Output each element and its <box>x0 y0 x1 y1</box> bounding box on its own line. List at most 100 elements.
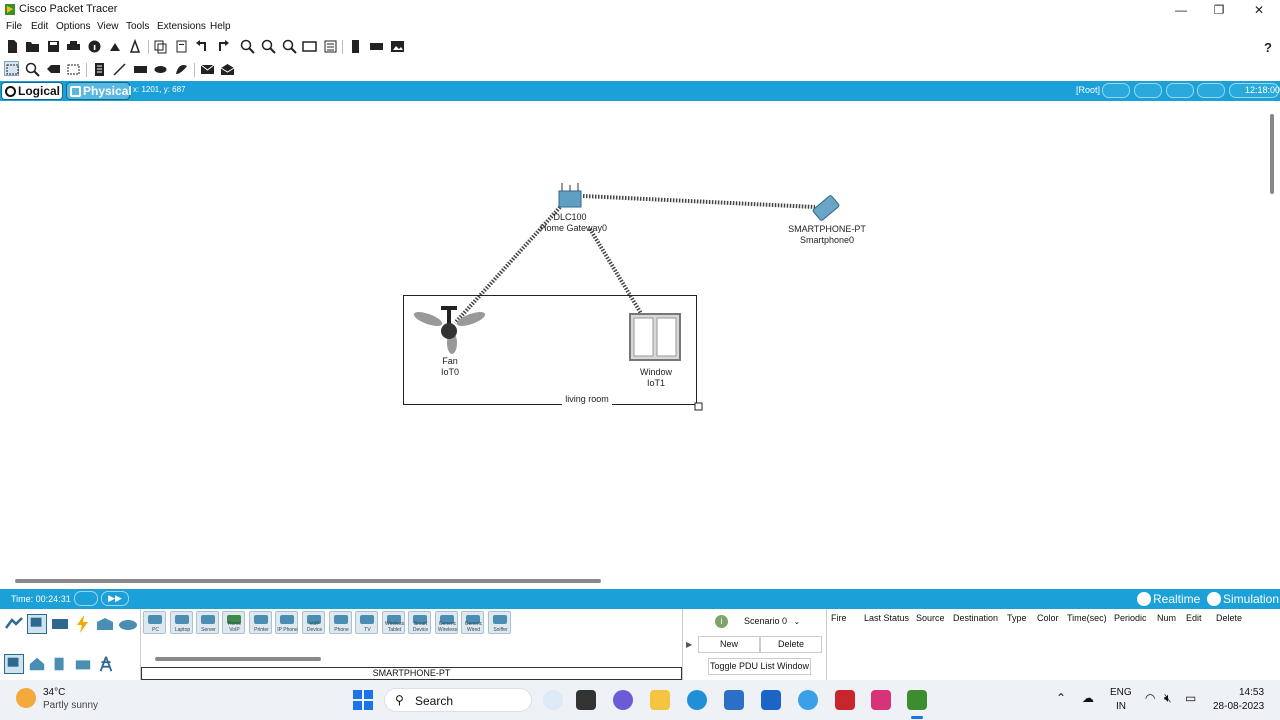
image-icon[interactable] <box>390 39 405 54</box>
logical-workspace-canvas[interactable]: DLC100 Home Gateway0 SMARTPHONE-PT Smart… <box>0 101 1280 589</box>
menu-options[interactable]: Options <box>56 21 90 32</box>
expand-arrow-icon[interactable]: ▶ <box>686 640 692 649</box>
scenario-select[interactable]: Scenario 0 ⌄ <box>744 614 806 631</box>
move-object-button[interactable] <box>1166 83 1194 98</box>
device-tile-printer[interactable]: Printer <box>249 611 272 634</box>
weather-sun-icon[interactable] <box>16 688 36 708</box>
battery-icon[interactable]: ▭ <box>1185 691 1196 705</box>
end-devices-subcategory-icon[interactable] <box>4 654 24 674</box>
simulation-mode-button[interactable]: Simulation <box>1205 590 1280 608</box>
delete-icon[interactable] <box>46 62 61 77</box>
custom-devices-dialog-icon[interactable] <box>323 39 338 54</box>
inspect-icon[interactable] <box>25 62 40 77</box>
freeform-icon[interactable] <box>174 62 189 77</box>
help-icon[interactable]: ? <box>1261 39 1276 55</box>
teams-chat-icon[interactable] <box>613 690 633 710</box>
info-icon[interactable] <box>87 39 102 54</box>
connections-category-icon[interactable] <box>72 614 92 634</box>
save-icon[interactable] <box>46 39 61 54</box>
weather-condition[interactable]: Partly sunny <box>43 700 98 711</box>
menu-help[interactable]: Help <box>210 21 231 32</box>
device-tile-home-voip[interactable]: Home VoIP <box>222 611 245 634</box>
menu-edit[interactable]: Edit <box>31 21 48 32</box>
select-icon[interactable] <box>4 61 19 76</box>
paste-icon[interactable] <box>174 39 189 54</box>
draw-line-icon[interactable] <box>112 62 127 77</box>
device-tile-smart-device[interactable]: Smart Device <box>408 611 431 634</box>
copy-icon[interactable] <box>153 39 168 54</box>
device-tile-laptop[interactable]: Laptop <box>170 611 193 634</box>
menu-file[interactable]: File <box>6 21 22 32</box>
weather-temperature[interactable]: 34°C <box>43 687 65 698</box>
custom-device-icon[interactable] <box>108 39 123 54</box>
device-tile-voip-device[interactable]: VoIP Device <box>302 611 325 634</box>
fast-forward-time-button[interactable]: ▶▶ <box>101 591 129 606</box>
back-button[interactable] <box>1102 83 1130 98</box>
dell-app-icon[interactable] <box>761 690 781 710</box>
device-tile-wireless-tablet[interactable]: Wireless Tablet <box>382 611 405 634</box>
close-button[interactable]: ✕ <box>1240 0 1278 20</box>
activity-wizard-icon[interactable] <box>128 38 143 54</box>
gateway-label[interactable]: DLC100 Home Gateway0 <box>540 212 607 234</box>
draw-ellipse-icon[interactable] <box>153 62 168 77</box>
drawing-palette-icon[interactable] <box>302 39 317 54</box>
components-category-icon[interactable] <box>50 614 70 634</box>
new-file-icon[interactable] <box>5 39 20 54</box>
edge-browser-icon[interactable] <box>687 690 707 710</box>
device-tile-pc[interactable]: PC <box>143 611 166 634</box>
toggle-pdu-list-button[interactable]: Toggle PDU List Window <box>708 658 811 675</box>
smart-city-subcategory-icon[interactable] <box>51 655 71 675</box>
miscellaneous-category-icon[interactable] <box>95 614 115 634</box>
end-devices-category-icon[interactable] <box>27 614 47 634</box>
file-explorer-icon[interactable] <box>650 690 670 710</box>
vertical-scrollbar[interactable] <box>1270 114 1274 194</box>
cluster-icon[interactable] <box>369 39 384 54</box>
fan-label[interactable]: Fan IoT0 <box>430 356 470 378</box>
draw-rectangle-icon[interactable] <box>133 62 148 77</box>
skype-icon[interactable] <box>798 690 818 710</box>
print-icon[interactable] <box>66 39 81 54</box>
device-tile-phone[interactable]: Phone <box>329 611 352 634</box>
window-label[interactable]: Window IoT1 <box>634 367 678 389</box>
horizontal-scrollbar[interactable] <box>15 579 601 583</box>
zoom-in-icon[interactable] <box>240 39 255 54</box>
resize-shape-icon[interactable] <box>66 62 81 77</box>
tab-physical[interactable]: Physical <box>66 82 132 100</box>
microsoft-store-icon[interactable] <box>724 690 744 710</box>
redo-icon[interactable] <box>215 39 230 54</box>
language-bottom[interactable]: IN <box>1116 701 1126 712</box>
task-view-icon[interactable] <box>576 690 596 710</box>
menu-view[interactable]: View <box>97 21 119 32</box>
multiuser-category-icon[interactable] <box>118 614 138 634</box>
menu-tools[interactable]: Tools <box>126 21 149 32</box>
device-tile-generic-wireless[interactable]: Generic Wireless <box>435 611 458 634</box>
root-label[interactable]: [Root] <box>1076 85 1100 95</box>
device-tile-ip-phone[interactable]: IP Phone <box>275 611 298 634</box>
taskbar-time[interactable]: 14:53 <box>1239 687 1264 698</box>
undo-icon[interactable] <box>195 39 210 54</box>
add-complex-pdu-icon[interactable] <box>220 62 235 77</box>
taskbar-search[interactable]: ⚲ Search <box>384 688 532 712</box>
device-tile-server[interactable]: Server <box>196 611 219 634</box>
add-simple-pdu-icon[interactable] <box>200 62 215 77</box>
maximize-button[interactable]: ❐ <box>1200 0 1238 20</box>
tab-logical[interactable]: Logical <box>1 82 63 100</box>
network-info-icon[interactable] <box>348 39 363 54</box>
wifi-icon[interactable]: ◠ <box>1145 691 1155 705</box>
new-scenario-button[interactable]: New <box>698 636 760 653</box>
device-tile-generic-wired[interactable]: Generic Wired <box>461 611 484 634</box>
minimize-button[interactable]: — <box>1162 0 1200 20</box>
mcafee-icon[interactable] <box>835 690 855 710</box>
device-tile-tv[interactable]: TV <box>355 611 378 634</box>
bing-icon[interactable] <box>543 690 563 710</box>
taskbar-date[interactable]: 28-08-2023 <box>1213 701 1264 712</box>
instagram-icon[interactable] <box>871 690 891 710</box>
language-top[interactable]: ENG <box>1110 687 1132 698</box>
power-grid-subcategory-icon[interactable] <box>97 655 117 675</box>
industrial-subcategory-icon[interactable] <box>74 655 94 675</box>
windows-start-icon[interactable] <box>353 690 373 710</box>
onedrive-cloud-icon[interactable]: ☁ <box>1082 691 1094 705</box>
place-note-icon[interactable] <box>92 62 107 77</box>
zoom-out-icon[interactable] <box>282 39 297 54</box>
scenario-info-icon[interactable]: i <box>715 615 728 628</box>
